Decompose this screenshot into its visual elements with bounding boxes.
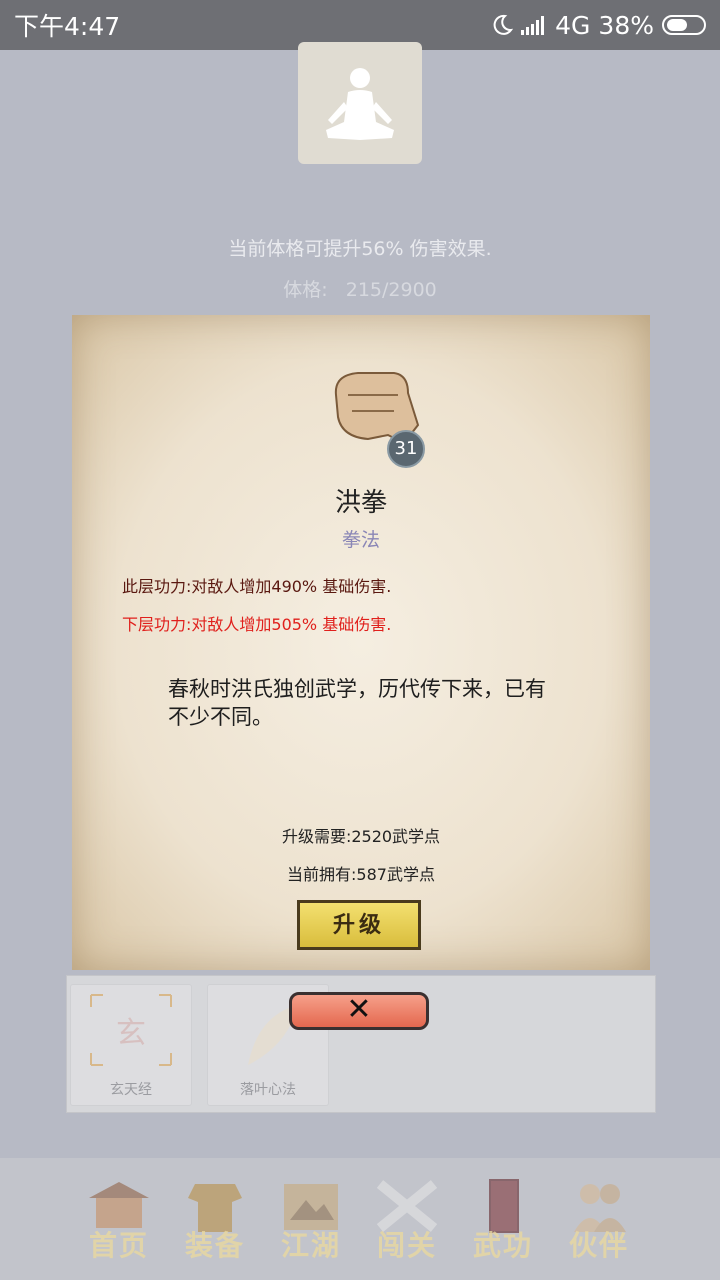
stat-label: 体格: <box>283 279 328 301</box>
svg-text:玄: 玄 <box>116 1016 146 1051</box>
battery-percent: 38% <box>598 10 654 40</box>
skill-type: 拳法 <box>341 529 380 551</box>
current-effect: 此层功力:对敌人增加490% 基础伤害. <box>122 577 392 596</box>
nav-home[interactable]: 首页 <box>74 1176 164 1266</box>
skill-card-label: 玄天经 <box>110 1082 152 1098</box>
nav-equipment-label: 装备 <box>184 1229 245 1262</box>
nav-equipment[interactable]: 装备 <box>170 1176 260 1266</box>
skill-card[interactable]: 玄 玄天经 <box>70 984 192 1106</box>
moon-icon <box>493 14 514 35</box>
skill-card-label: 落叶心法 <box>240 1082 296 1098</box>
close-icon: ✕ <box>346 992 372 1027</box>
current-points: 当前拥有:587武学点 <box>287 865 435 884</box>
nav-martial[interactable]: 武功 <box>458 1176 548 1266</box>
status-icons: 4G 38% <box>491 11 706 40</box>
xuan-glyph-icon: 玄 <box>90 994 172 1066</box>
nav-home-label: 首页 <box>88 1229 149 1262</box>
nav-jianghu[interactable]: 江湖 <box>266 1176 356 1266</box>
next-effect: 下层功力:对敌人增加505% 基础伤害. <box>122 615 392 634</box>
stat-value: 215/2900 <box>345 279 437 301</box>
nav-martial-label: 武功 <box>472 1229 533 1262</box>
status-time: 下午4:47 <box>14 12 121 41</box>
signal-icon <box>521 16 545 35</box>
skill-description: 春秋时洪氏独创武学，历代传下来，已有不少不同。 <box>168 677 546 729</box>
close-button[interactable]: ✕ <box>289 992 429 1030</box>
nav-challenge-label: 闯关 <box>376 1229 437 1262</box>
meditation-avatar <box>298 42 422 164</box>
nav-partners-label: 伙伴 <box>568 1229 629 1262</box>
stat-line: 体格: 215/2900 <box>0 275 720 302</box>
nav-partners[interactable]: 伙伴 <box>554 1176 644 1266</box>
skill-detail-dialog: 31 洪拳 拳法 此层功力:对敌人增加490% 基础伤害. 下层功力:对敌人增加… <box>72 315 650 970</box>
network-type: 4G <box>555 10 591 40</box>
battery-icon <box>662 15 706 35</box>
stat-effect-text: 当前体格可提升56% 伤害效果. <box>228 238 492 260</box>
meditation-icon <box>326 68 394 140</box>
skill-name: 洪拳 <box>334 488 387 518</box>
upgrade-button[interactable]: 升级 <box>297 900 421 950</box>
bottom-nav: 首页 装备 江湖 闯关 武功 伙伴 <box>0 1158 720 1280</box>
nav-challenge[interactable]: 闯关 <box>362 1176 452 1266</box>
nav-jianghu-label: 江湖 <box>280 1229 341 1262</box>
skill-level-badge: 31 <box>387 430 425 468</box>
upgrade-cost: 升级需要:2520武学点 <box>281 827 441 846</box>
